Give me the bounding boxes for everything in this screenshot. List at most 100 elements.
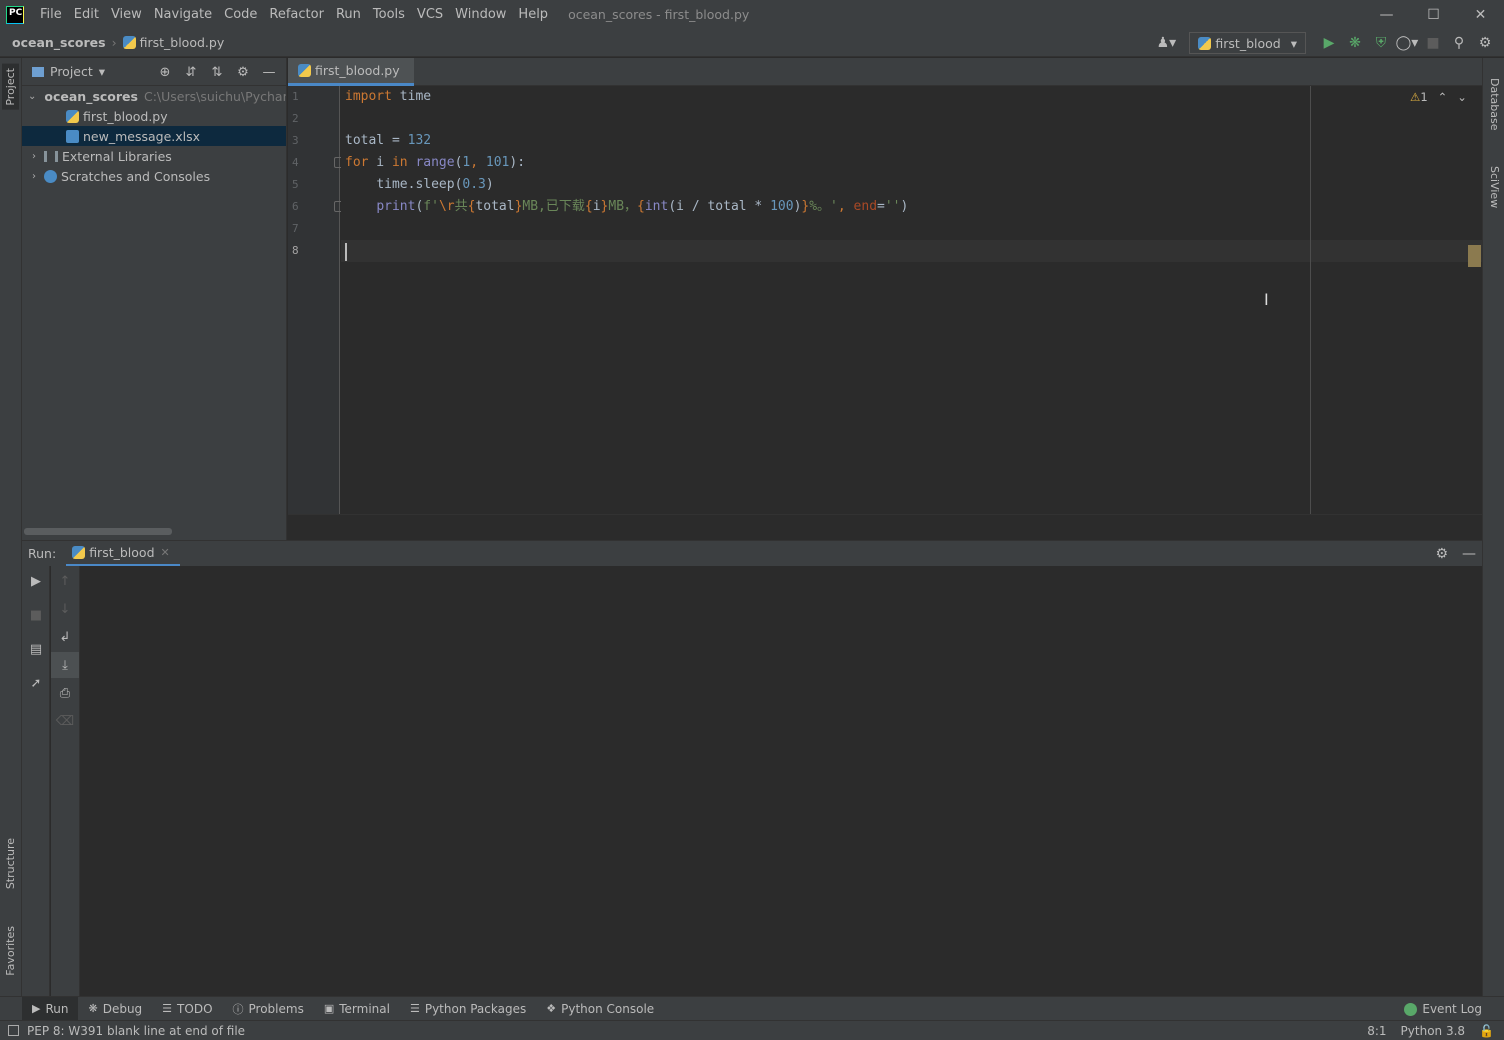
tree-item-scratches[interactable]: › Scratches and Consoles — [22, 166, 286, 186]
breadcrumb-file[interactable]: first_blood.py — [140, 35, 225, 50]
tool-tab-problems[interactable]: ⓘ Problems — [223, 997, 314, 1021]
minimize-icon[interactable]: — — [1363, 0, 1410, 29]
tree-item-new-message[interactable]: new_message.xlsx — [22, 126, 286, 146]
breadcrumb-project[interactable]: ocean_scores — [12, 35, 106, 50]
run-with-coverage-icon[interactable]: ⛨ — [1368, 29, 1394, 57]
settings-gear-icon[interactable]: ⚙ — [1472, 29, 1498, 57]
panel-settings-gear-icon[interactable]: ⚙ — [230, 65, 256, 80]
chevron-right-icon[interactable]: › — [28, 171, 40, 182]
rerun-icon[interactable]: ▶ — [22, 568, 50, 594]
previous-highlight-icon[interactable]: ⌃ — [1438, 90, 1448, 104]
line-number: 4 — [288, 152, 343, 174]
caret-position[interactable]: 8:1 — [1367, 1024, 1386, 1038]
project-horizontal-scrollbar[interactable] — [24, 528, 172, 535]
error-stripe-marker[interactable] — [1468, 245, 1481, 267]
run-tab-label: first_blood — [89, 544, 155, 560]
tool-tab-todo[interactable]: ☰ TODO — [152, 997, 222, 1021]
editor-gutter: 1 2 3 4 5 6 7 8 — [288, 86, 343, 514]
tree-item-external-libraries[interactable]: › External Libraries — [22, 146, 286, 166]
pin-tab-icon[interactable]: ➚ — [22, 670, 50, 696]
menu-window[interactable]: Window — [449, 0, 512, 29]
warning-count[interactable]: ⚠1 — [1410, 90, 1428, 104]
menu-file[interactable]: File — [34, 0, 68, 29]
run-toolbar-secondary: ↑ ↓ ↲ ⤓ ⎙ ⌫ — [51, 566, 80, 996]
menu-navigate[interactable]: Navigate — [148, 0, 218, 29]
tool-tab-python-packages[interactable]: ☰ Python Packages — [400, 997, 536, 1021]
menu-view[interactable]: View — [105, 0, 148, 29]
menu-run[interactable]: Run — [330, 0, 367, 29]
run-console-output[interactable] — [80, 566, 1482, 996]
favorites-tool-tab[interactable]: Favorites — [2, 922, 19, 980]
chevron-down-icon[interactable]: ⌄ — [28, 91, 36, 102]
debug-bug-icon[interactable]: ❋ — [1342, 29, 1368, 57]
search-icon[interactable]: ⚲ — [1446, 29, 1472, 57]
print-icon[interactable]: ⎙ — [51, 680, 79, 706]
tree-item-first-blood[interactable]: first_blood.py — [22, 106, 286, 126]
maximize-icon[interactable]: ☐ — [1410, 0, 1457, 29]
trash-icon[interactable]: ⌫ — [51, 708, 79, 734]
python-interpreter[interactable]: Python 3.8 — [1401, 1024, 1466, 1038]
close-window-icon[interactable]: ✕ — [1457, 0, 1504, 29]
left-tool-stripe: Project Structure Favorites — [0, 58, 22, 996]
down-arrow-icon[interactable]: ↓ — [51, 596, 79, 622]
tool-tab-event-log[interactable]: Event Log — [1404, 997, 1482, 1021]
structure-tool-tab[interactable]: Structure — [2, 834, 19, 893]
sciview-tool-tab[interactable]: SciView — [1488, 166, 1501, 208]
profile-icon[interactable]: ◯▾ — [1394, 29, 1420, 57]
menu-edit[interactable]: Edit — [68, 0, 105, 29]
tool-tab-run[interactable]: ▶ Run — [22, 996, 79, 1021]
up-arrow-icon[interactable]: ↑ — [51, 568, 79, 594]
stop-icon[interactable]: ■ — [22, 602, 50, 628]
locate-target-icon[interactable]: ⊕ — [152, 65, 178, 80]
project-panel-header: Project ▾ ⊕ ⇵ ⇅ ⚙ — — [22, 58, 286, 86]
menu-help[interactable]: Help — [512, 0, 554, 29]
tool-tab-python-console[interactable]: ❖ Python Console — [536, 997, 664, 1021]
next-highlight-icon[interactable]: ⌄ — [1457, 90, 1467, 104]
menu-refactor[interactable]: Refactor — [263, 0, 330, 29]
collapse-all-icon[interactable]: ⇅ — [204, 65, 230, 80]
project-panel-tools: ⊕ ⇵ ⇅ ⚙ — — [152, 58, 282, 86]
tree-root-path: C:\Users\suichu\Pychan — [143, 88, 286, 104]
soft-wrap-icon[interactable]: ↲ — [51, 624, 79, 650]
menu-vcs[interactable]: VCS — [411, 0, 449, 29]
tree-root-ocean-scores[interactable]: ⌄ ocean_scores C:\Users\suichu\Pychan — [22, 86, 286, 106]
status-message[interactable]: PEP 8: W391 blank line at end of file — [8, 1024, 245, 1038]
run-settings-gear-icon[interactable]: ⚙ — [1435, 546, 1448, 562]
python-file-icon — [72, 545, 86, 559]
hide-panel-icon[interactable]: — — [256, 65, 282, 80]
run-configuration-dropdown[interactable]: first_blood ▾ — [1189, 32, 1306, 54]
scratches-icon — [44, 169, 57, 183]
spreadsheet-file-icon — [66, 129, 79, 143]
project-tool-tab[interactable]: Project — [2, 64, 19, 110]
restore-layout-icon[interactable]: ▤ — [22, 636, 50, 662]
breadcrumb-separator-icon: › — [111, 35, 117, 50]
run-icon[interactable]: ▶ — [1316, 29, 1342, 57]
line-number: 5 — [292, 178, 299, 191]
tool-tab-debug[interactable]: ❋ Debug — [78, 997, 152, 1021]
hide-panel-icon[interactable]: — — [1462, 546, 1476, 562]
close-tab-icon[interactable]: ✕ — [161, 546, 170, 559]
tree-root-label: ocean_scores — [44, 88, 138, 104]
line-number: 6 — [288, 196, 343, 218]
chevron-right-icon[interactable]: › — [28, 151, 40, 162]
run-toolbar-primary: ▶ ■ ▤ ➚ — [22, 566, 50, 996]
scroll-to-end-icon[interactable]: ⤓ — [51, 652, 79, 678]
chevron-down-icon: ▾ — [1290, 35, 1297, 51]
database-tool-tab[interactable]: Database — [1488, 78, 1501, 131]
tool-windows-toggle-icon[interactable] — [8, 1025, 19, 1036]
menu-code[interactable]: Code — [218, 0, 263, 29]
inspection-widget[interactable]: ⚠1 ⌃ ⌄ — [1410, 90, 1467, 104]
window-controls: — ☐ ✕ — [1363, 0, 1504, 29]
lock-icon[interactable]: 🔓 — [1479, 1024, 1494, 1038]
library-icon — [44, 150, 58, 162]
expand-all-icon[interactable]: ⇵ — [178, 65, 204, 80]
run-tab-first-blood[interactable]: first_blood ✕ — [66, 541, 180, 567]
project-view-selector[interactable]: Project — [50, 64, 93, 79]
editor-tab-first-blood[interactable]: first_blood.py — [288, 58, 414, 86]
chevron-down-icon[interactable]: ▾ — [99, 64, 105, 79]
editor-horizontal-scroll-area — [288, 514, 1482, 540]
tool-tab-terminal[interactable]: ▣ Terminal — [314, 997, 400, 1021]
menu-tools[interactable]: Tools — [367, 0, 411, 29]
user-account-icon[interactable]: ♟▾ — [1153, 29, 1179, 57]
stop-icon[interactable]: ■ — [1420, 29, 1446, 57]
